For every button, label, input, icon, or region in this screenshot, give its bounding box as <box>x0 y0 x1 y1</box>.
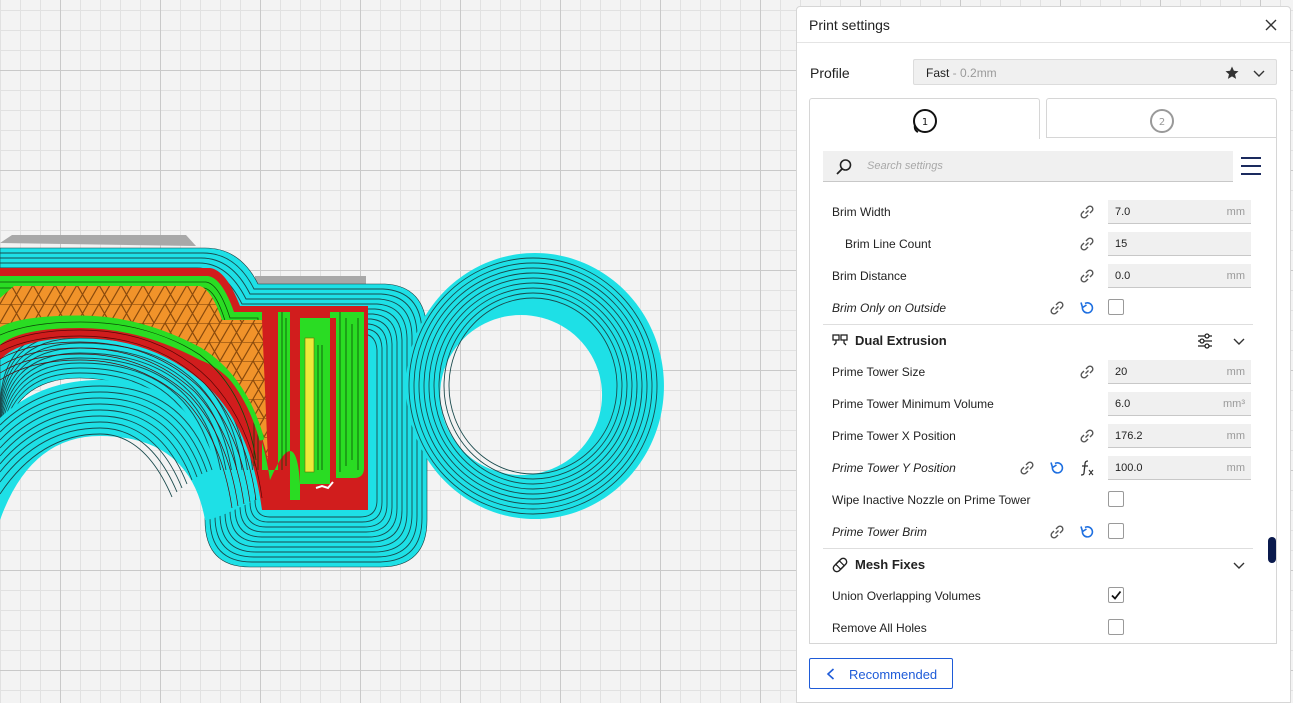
scrollbar-thumb[interactable] <box>1268 537 1276 563</box>
profile-layer-height: - 0.2mm <box>949 66 997 80</box>
sliders-icon[interactable] <box>1196 332 1214 350</box>
reset-icon[interactable] <box>1078 299 1096 317</box>
tab-extruder-2[interactable]: 2 <box>1046 98 1277 138</box>
category-mesh-fixes[interactable]: Mesh Fixes <box>823 548 1253 580</box>
extruder-2-number: 2 <box>1158 117 1164 128</box>
wipe-inactive-checkbox[interactable] <box>1108 491 1124 507</box>
search-input[interactable] <box>867 155 1217 177</box>
brim-only-outside-checkbox[interactable] <box>1108 299 1124 315</box>
profile-name: Fast <box>926 66 950 80</box>
prime-tower-min-volume-input[interactable]: 6.0 mm³ <box>1108 392 1251 416</box>
settings-list: Brim Width 7.0 mm Brim Line Count 15 Bri… <box>809 138 1277 644</box>
setting-prime-tower-min-volume: Prime Tower Minimum Volume 6.0 mm³ <box>810 388 1265 420</box>
setting-union-overlapping-volumes: Union Overlapping Volumes <box>810 580 1265 612</box>
reset-icon[interactable] <box>1078 523 1096 541</box>
union-overlapping-checkbox[interactable] <box>1108 587 1124 603</box>
setting-label: Remove All Holes <box>832 621 927 635</box>
setting-brim-width: Brim Width 7.0 mm <box>810 196 1265 228</box>
extruder-1-icon: 1 <box>912 109 937 133</box>
link-icon[interactable] <box>1078 235 1096 253</box>
settings-menu-icon[interactable] <box>1240 155 1262 177</box>
shadow-shape <box>0 235 196 246</box>
prime-tower-x-input[interactable]: 176.2 mm <box>1108 424 1251 448</box>
prime-tower-size-input[interactable]: 20 mm <box>1108 360 1251 384</box>
link-icon[interactable] <box>1048 523 1066 541</box>
link-icon[interactable] <box>1078 427 1096 445</box>
category-label: Dual Extrusion <box>855 333 947 348</box>
brim-line-count-input[interactable]: 15 <box>1108 232 1251 256</box>
recommended-button[interactable]: Recommended <box>809 658 953 689</box>
chevron-down-icon[interactable] <box>1252 66 1266 80</box>
setting-label: Prime Tower Y Position <box>832 461 956 475</box>
panel-title: Print settings <box>809 17 890 33</box>
category-dual-extrusion[interactable]: Dual Extrusion <box>823 324 1253 356</box>
layer-preview-model[interactable] <box>0 0 800 703</box>
setting-prime-tower-brim: Prime Tower Brim <box>810 516 1265 548</box>
setting-label: Brim Width <box>832 205 891 219</box>
setting-brim-only-outside: Brim Only on Outside <box>810 292 1265 324</box>
brim-width-input[interactable]: 7.0 mm <box>1108 200 1251 224</box>
search-icon <box>836 159 852 175</box>
prime-tower-y-input[interactable]: 100.0 mm <box>1108 456 1251 480</box>
chevron-down-icon[interactable] <box>1232 334 1246 348</box>
recommended-label: Recommended <box>849 667 938 682</box>
setting-wipe-inactive-nozzle: Wipe Inactive Nozzle on Prime Tower <box>810 484 1265 516</box>
setting-brim-distance: Brim Distance 0.0 mm <box>810 260 1265 292</box>
remove-all-holes-checkbox[interactable] <box>1108 619 1124 635</box>
print-settings-panel: Print settings Profile Fast - 0.2mm 1 2 <box>796 6 1291 703</box>
function-icon[interactable] <box>1078 459 1096 477</box>
link-icon[interactable] <box>1078 267 1096 285</box>
close-icon[interactable] <box>1262 16 1280 34</box>
setting-label: Prime Tower X Position <box>832 429 956 443</box>
setting-prime-tower-size: Prime Tower Size 20 mm <box>810 356 1265 388</box>
reset-icon[interactable] <box>1048 459 1066 477</box>
setting-label: Prime Tower Minimum Volume <box>832 397 994 411</box>
setting-label: Wipe Inactive Nozzle on Prime Tower <box>832 493 1031 507</box>
dual-extrusion-icon <box>832 334 848 346</box>
setting-label: Brim Line Count <box>845 237 932 251</box>
setting-prime-tower-y: Prime Tower Y Position 100.0 mm <box>810 452 1265 484</box>
category-label: Mesh Fixes <box>855 557 926 572</box>
link-icon[interactable] <box>1078 203 1096 221</box>
search-bar[interactable] <box>823 151 1233 182</box>
checkmark-icon <box>1111 590 1122 600</box>
link-icon[interactable] <box>1048 299 1066 317</box>
setting-brim-line-count: Brim Line Count 15 <box>810 228 1265 260</box>
setting-remove-all-holes: Remove All Holes <box>810 612 1265 643</box>
tab-extruder-1[interactable]: 1 <box>809 98 1040 139</box>
extruder-1-number: 1 <box>921 117 927 128</box>
bandage-icon <box>832 557 848 573</box>
setting-label: Prime Tower Size <box>832 365 926 379</box>
prime-tower-brim-checkbox[interactable] <box>1108 523 1124 539</box>
panel-header: Print settings <box>797 7 1290 43</box>
brim-distance-input[interactable]: 0.0 mm <box>1108 264 1251 288</box>
setting-prime-tower-x: Prime Tower X Position 176.2 mm <box>810 420 1265 452</box>
star-icon[interactable] <box>1224 65 1240 81</box>
core-yellow <box>304 337 315 473</box>
chevron-down-icon[interactable] <box>1232 558 1246 572</box>
setting-label: Brim Distance <box>832 269 907 283</box>
setting-label: Brim Only on Outside <box>832 301 947 315</box>
profile-dropdown[interactable]: Fast - 0.2mm <box>913 59 1277 85</box>
setting-label: Prime Tower Brim <box>832 525 927 539</box>
extruder-2-icon: 2 <box>1149 109 1174 133</box>
chevron-left-icon <box>826 668 835 680</box>
ring-part <box>405 253 664 519</box>
profile-label: Profile <box>810 65 850 81</box>
setting-label: Union Overlapping Volumes <box>832 589 981 603</box>
link-icon[interactable] <box>1018 459 1036 477</box>
link-icon[interactable] <box>1078 363 1096 381</box>
